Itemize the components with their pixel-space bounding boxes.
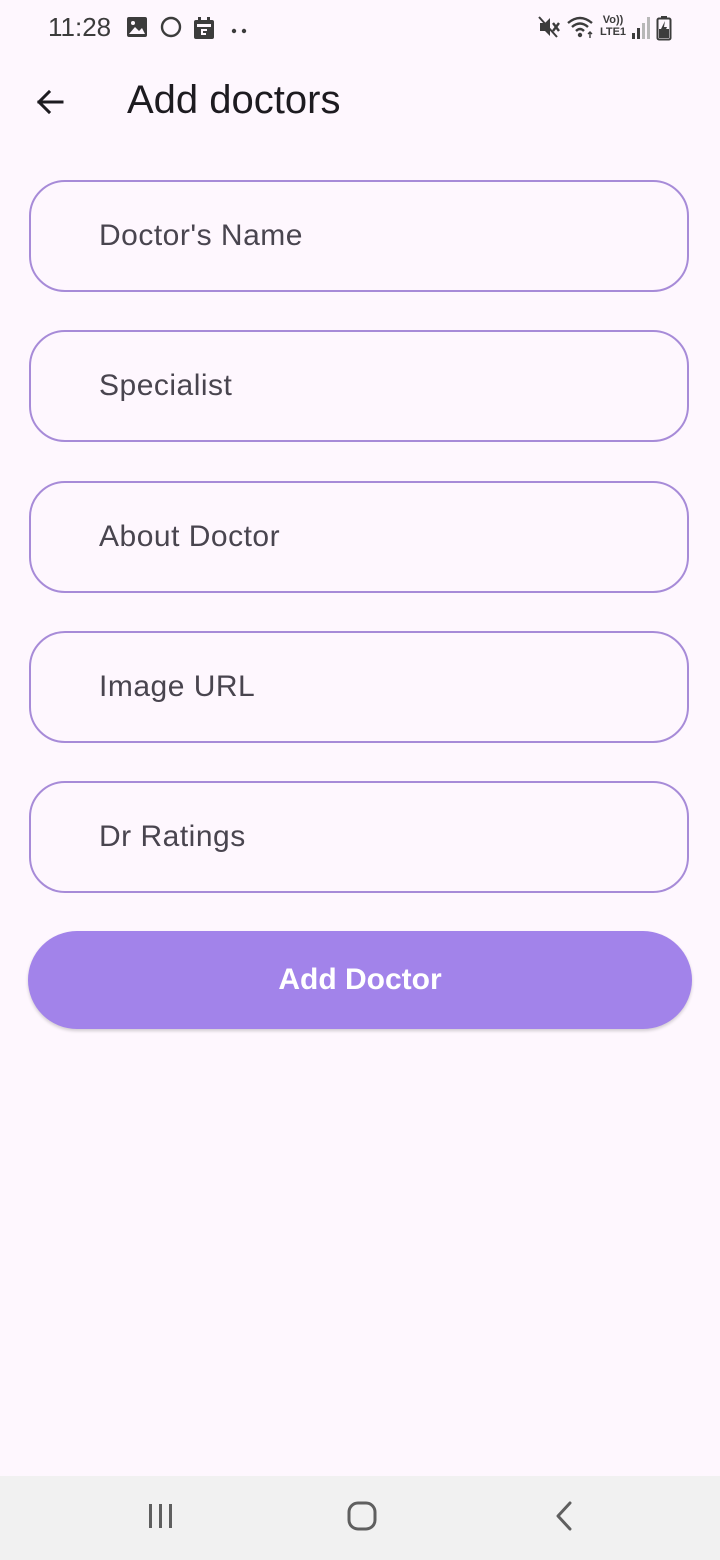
lte-label: LTE1 [599, 26, 627, 38]
dr-ratings-field[interactable] [29, 781, 689, 893]
about-doctor-input[interactable] [31, 483, 687, 591]
add-doctor-button[interactable]: Add Doctor [28, 931, 692, 1029]
battery-icon [656, 15, 672, 41]
calendar-icon [193, 16, 215, 40]
arrow-back-icon [34, 86, 66, 123]
back-nav-icon [552, 1500, 576, 1537]
specialist-input[interactable] [31, 332, 687, 440]
page-title: Add doctors [127, 78, 341, 122]
volte-label: Vo)) [602, 14, 624, 26]
mute-icon [537, 15, 561, 39]
circle-icon [160, 16, 182, 40]
image-url-input[interactable] [31, 633, 687, 741]
about-doctor-field[interactable] [29, 481, 689, 593]
doctor-name-field[interactable] [29, 180, 689, 292]
app-bar: Add doctors [0, 56, 720, 148]
wifi-icon [566, 14, 596, 38]
system-nav-bar [0, 1476, 720, 1560]
status-time: 11:28 [48, 12, 112, 42]
gallery-icon [126, 16, 148, 40]
back-button[interactable] [22, 76, 78, 132]
status-bar: 11:28 Vo)) LTE1 [0, 0, 720, 56]
volte-lte-icon: Vo)) LTE1 [598, 14, 628, 38]
recent-apps-button[interactable] [133, 1496, 189, 1540]
image-url-field[interactable] [29, 631, 689, 743]
specialist-field[interactable] [29, 330, 689, 442]
home-button[interactable] [334, 1496, 390, 1540]
doctor-name-input[interactable] [31, 182, 687, 290]
recent-apps-icon [146, 1502, 176, 1535]
dr-ratings-input[interactable] [31, 783, 687, 891]
signal-icon [631, 16, 651, 40]
back-nav-button[interactable] [536, 1496, 592, 1540]
more-dots-icon [230, 22, 250, 46]
home-icon [346, 1500, 378, 1537]
